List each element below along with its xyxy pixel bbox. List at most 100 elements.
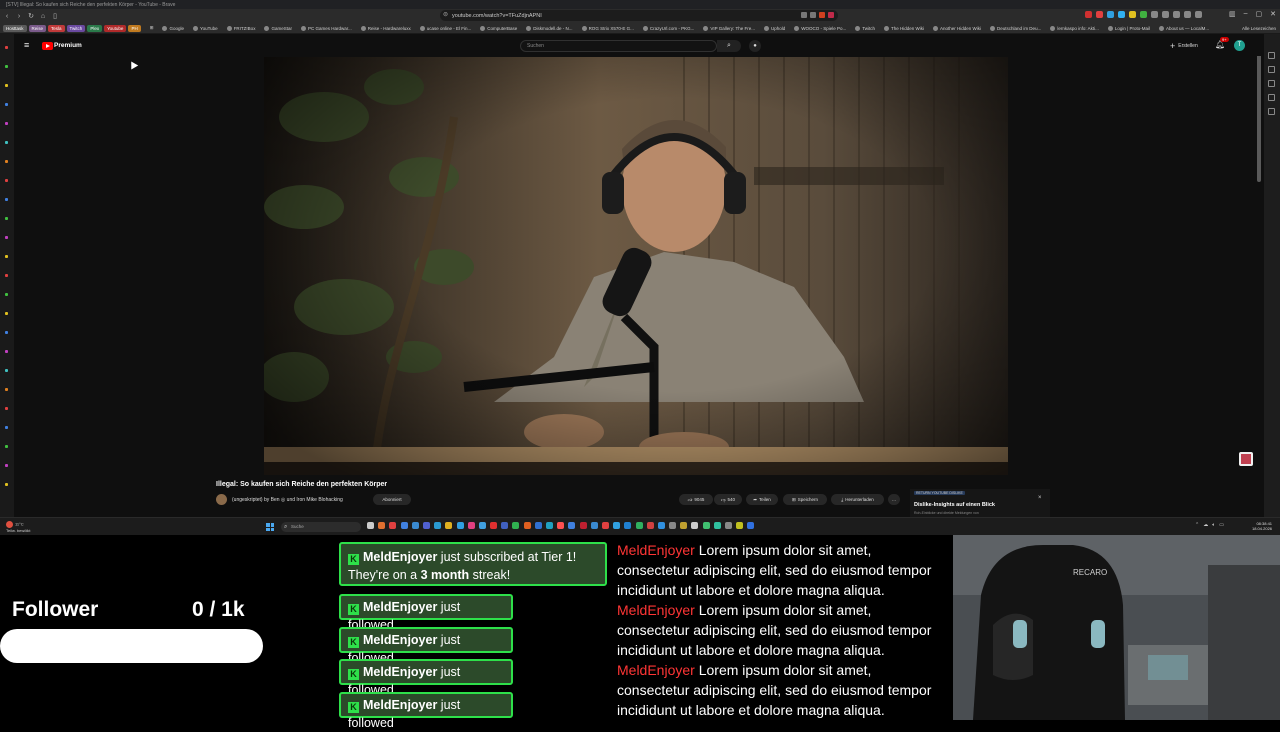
download-button[interactable]: ⤓ Herunterladen <box>831 494 884 505</box>
taskbar-app-icon[interactable] <box>467 522 475 529</box>
taskbar-app-icon[interactable] <box>657 522 665 529</box>
bookmark-icon[interactable]: ▯ <box>50 11 60 21</box>
taskbar-app-icon[interactable] <box>546 522 553 529</box>
close-window-icon[interactable]: ✕ <box>1270 10 1276 18</box>
sidebar-app-icon[interactable] <box>5 65 8 68</box>
bookmark-item[interactable]: VIP Gallery: The Fre... <box>703 25 755 31</box>
sidebar-app-icon[interactable] <box>5 255 8 258</box>
taskbar-app-icon[interactable] <box>445 522 453 529</box>
reload-icon[interactable]: ↻ <box>26 11 36 21</box>
sidebar-app-icon[interactable] <box>5 198 8 201</box>
taskbar-app-icon[interactable] <box>557 522 565 529</box>
taskbar-app-icon[interactable] <box>400 522 408 529</box>
bookmark-item[interactable]: lernkaspo info: Akti... <box>1050 25 1099 31</box>
taskbar-app-icon[interactable] <box>725 522 732 529</box>
bookmark-folder[interactable]: Reise <box>28 24 47 32</box>
bookmark-folder[interactable]: Tesla <box>48 24 65 32</box>
bookmark-folder[interactable]: Hosttask <box>3 24 27 32</box>
extension-icon[interactable] <box>1129 11 1136 18</box>
extension-icon[interactable] <box>1118 11 1125 18</box>
extension-icon[interactable] <box>1195 11 1202 18</box>
bookmark-item[interactable]: CrazyUrl.com - PKG... <box>642 25 694 31</box>
taskbar-app-icon[interactable] <box>389 522 397 529</box>
taskbar-app-icon[interactable] <box>434 522 442 529</box>
bookmark-item[interactable]: YouTube <box>193 25 218 31</box>
sidebar-app-icon[interactable] <box>5 331 8 334</box>
taskbar-app-icon[interactable] <box>579 522 587 529</box>
extension-icon[interactable] <box>1184 11 1191 18</box>
taskbar-app-icon[interactable] <box>422 522 430 529</box>
bookmark-item[interactable]: ucase online - El Fin... <box>419 25 471 31</box>
taskbar-app-icon[interactable] <box>635 522 643 529</box>
sidebar-app-icon[interactable] <box>5 141 8 144</box>
bookmark-item[interactable]: Deutschland im Deu... <box>990 25 1041 31</box>
taskbar-app-icon[interactable] <box>702 522 710 529</box>
sidebar-app-icon[interactable] <box>5 122 8 125</box>
site-info-icon[interactable]: ⊜ <box>443 11 448 18</box>
dislike-button[interactable]: 👎︎ 540 <box>714 494 742 505</box>
bookmark-item[interactable]: The Hidden Wiki <box>884 25 924 31</box>
share-page-icon[interactable] <box>801 12 807 18</box>
youtube-logo-icon[interactable] <box>42 42 53 50</box>
taskbar-app-icon[interactable] <box>478 522 486 529</box>
channel-name[interactable]: (ungeskriptet) by Ben ◎ und Iron Mike Bl… <box>232 497 343 503</box>
extension-icon[interactable] <box>1151 11 1158 18</box>
back-icon[interactable]: ‹ <box>2 11 12 21</box>
bookmark-item[interactable]: Diskmodell.de - N... <box>526 25 573 31</box>
sidebar-app-icon[interactable] <box>5 407 8 410</box>
taskbar-app-icon[interactable] <box>680 522 688 529</box>
taskbar-app-icon[interactable] <box>601 522 609 529</box>
minimize-icon[interactable]: – <box>1244 10 1248 18</box>
all-bookmarks-button[interactable]: Alle Lesezeichen <box>1242 26 1276 31</box>
sidebar-app-icon[interactable] <box>5 217 8 220</box>
network-icon[interactable]: ☁ <box>1203 522 1208 528</box>
weather-widget[interactable]: 11°C Teilw. bewölkt <box>6 521 30 533</box>
video-player[interactable] <box>264 57 1008 475</box>
taskbar-app-icon[interactable] <box>646 522 654 529</box>
taskbar-app-icon[interactable] <box>590 522 598 529</box>
sidebar-panel-icon[interactable] <box>1268 94 1275 101</box>
sidebar-app-icon[interactable] <box>5 426 8 429</box>
taskbar-app-icon[interactable] <box>523 522 531 529</box>
extension-icon[interactable] <box>1162 11 1169 18</box>
bookmark-folder[interactable]: Twitch <box>66 24 86 32</box>
taskbar-app-icon[interactable] <box>669 522 677 529</box>
taskbar-app-icon[interactable] <box>501 522 509 529</box>
taskbar-app-icon[interactable] <box>411 522 419 529</box>
battery-icon[interactable]: ▭ <box>1219 522 1224 528</box>
extension-icon[interactable] <box>1096 11 1103 18</box>
extension-icon[interactable] <box>1173 11 1180 18</box>
overlay-widget-icon[interactable] <box>1239 452 1253 466</box>
search-icon[interactable]: ⌕ <box>717 40 741 52</box>
sidebar-app-icon[interactable] <box>5 103 8 106</box>
avatar[interactable]: T <box>1234 40 1245 51</box>
sidebar-app-icon[interactable] <box>5 464 8 467</box>
microphone-icon[interactable]: ● <box>749 40 761 52</box>
extension-icon[interactable] <box>1107 11 1114 18</box>
sidebar-panel-icon[interactable] <box>1268 80 1275 87</box>
bookmark-folder[interactable]: PH <box>128 24 141 32</box>
bookmark-folder[interactable]: Youtube <box>104 24 127 32</box>
tray-chevron-icon[interactable]: ⌃ <box>1195 522 1199 528</box>
channel-avatar[interactable] <box>216 494 227 505</box>
bookmark-item[interactable]: Another Hidden Wiki <box>933 25 981 31</box>
taskbar-search-input[interactable]: Suche <box>281 522 361 532</box>
home-icon[interactable]: ⌂ <box>38 11 48 21</box>
sidebar-panel-icon[interactable] <box>1268 108 1275 115</box>
taskbar-app-icon[interactable] <box>568 522 576 529</box>
taskbar-app-icon[interactable] <box>613 522 621 529</box>
bookmark-item[interactable]: Reise - Hardwareluxx <box>360 25 411 31</box>
sidebar-app-icon[interactable] <box>5 369 8 372</box>
bookmark-item[interactable]: ComputerBase <box>480 25 517 31</box>
bookmark-item[interactable]: PC Games Hardwar... <box>300 25 352 31</box>
sidebar-app-icon[interactable] <box>5 350 8 353</box>
sidebar-app-icon[interactable] <box>5 483 8 486</box>
windows-start-icon[interactable] <box>266 523 274 531</box>
extension-icon[interactable] <box>1085 11 1092 18</box>
like-button[interactable]: 👍︎ 9045 <box>679 494 713 505</box>
bookmark-folder[interactable]: Plex <box>87 24 103 32</box>
close-icon[interactable]: × <box>1038 495 1042 501</box>
bookmark-item[interactable]: Login | Proto-Mail <box>1107 25 1150 31</box>
menu-icon[interactable]: ≡ <box>24 40 29 50</box>
sidebar-panel-icon[interactable] <box>1268 52 1275 59</box>
